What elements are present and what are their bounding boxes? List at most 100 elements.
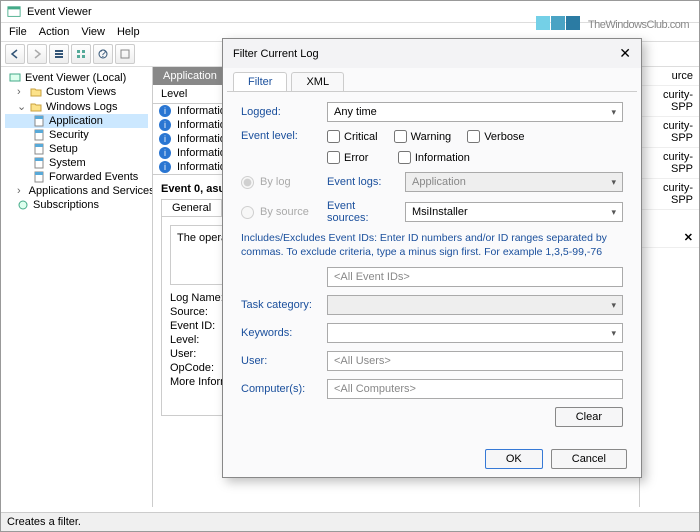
filter-icon <box>120 49 130 59</box>
computer-icon <box>9 72 21 84</box>
check-error[interactable]: Error Information <box>327 151 623 164</box>
label-computers: Computer(s): <box>241 383 321 395</box>
tree-system[interactable]: System <box>5 156 148 170</box>
label-logged: Logged: <box>241 106 321 118</box>
toolbar-btn-3[interactable] <box>49 44 69 64</box>
toolbar-btn-5[interactable]: ? <box>93 44 113 64</box>
event-ids-input[interactable]: <All Event IDs> <box>327 267 623 287</box>
tree-custom-views[interactable]: ›Custom Views <box>5 85 148 99</box>
tree-root[interactable]: Event Viewer (Local) <box>5 71 148 85</box>
checkbox[interactable] <box>394 130 407 143</box>
radio <box>241 206 254 219</box>
chevron-down-icon: ▾ <box>611 328 616 339</box>
log-icon <box>33 171 45 183</box>
tree-security[interactable]: Security <box>5 128 148 142</box>
tree-label: Setup <box>49 143 78 155</box>
logged-dropdown[interactable]: Any time ▾ <box>327 102 623 122</box>
tree-label: Windows Logs <box>46 101 118 113</box>
tab-filter[interactable]: Filter <box>233 72 287 91</box>
tree-subscriptions[interactable]: Subscriptions <box>5 198 148 212</box>
dialog-title: Filter Current Log <box>233 48 319 60</box>
window-title: Event Viewer <box>27 6 92 18</box>
tree-label: System <box>49 157 86 169</box>
checkbox[interactable] <box>467 130 480 143</box>
grid-icon <box>76 49 86 59</box>
keywords-dropdown[interactable]: ▾ <box>327 323 623 343</box>
svg-text:?: ? <box>100 49 106 59</box>
pane-close[interactable]: ✕ <box>640 228 699 248</box>
folder-icon <box>30 101 42 113</box>
menu-action[interactable]: Action <box>39 26 70 38</box>
label-keywords: Keywords: <box>241 327 321 339</box>
log-icon <box>33 129 45 141</box>
info-icon: i <box>159 119 171 131</box>
placeholder-text: <All Event IDs> <box>334 271 410 283</box>
chevron-down-icon: ▾ <box>611 107 616 118</box>
subs-icon <box>17 199 29 211</box>
check-critical[interactable]: Critical <box>327 130 378 143</box>
log-icon <box>33 143 45 155</box>
tree-label: Subscriptions <box>33 199 99 211</box>
expand-icon: › <box>17 185 21 197</box>
chevron-down-icon: ▾ <box>611 177 616 188</box>
col-level[interactable]: Level <box>153 85 223 103</box>
user-input[interactable]: <All Users> <box>327 351 623 371</box>
source-cell: curity-SPP <box>640 86 699 117</box>
log-icon <box>33 115 45 127</box>
info-icon: i <box>159 161 171 173</box>
dropdown-value: Any time <box>334 106 377 118</box>
toolbar-btn-6[interactable] <box>115 44 135 64</box>
tab-xml[interactable]: XML <box>291 72 344 91</box>
check-warning[interactable]: Warning <box>394 130 452 143</box>
back-button[interactable] <box>5 44 25 64</box>
label-event-sources: Event sources: <box>327 200 399 224</box>
forward-button[interactable] <box>27 44 47 64</box>
dropdown-value: MsiInstaller <box>412 206 468 218</box>
toolbar-btn-4[interactable] <box>71 44 91 64</box>
info-icon: i <box>159 147 171 159</box>
event-logs-dropdown: Application ▾ <box>405 172 623 192</box>
menu-help[interactable]: Help <box>117 26 140 38</box>
status-text: Creates a filter. <box>7 516 81 528</box>
check-verbose[interactable]: Verbose <box>467 130 524 143</box>
app-icon <box>7 5 21 19</box>
expand-icon: › <box>17 86 26 98</box>
radio-by-source[interactable]: By source <box>241 206 321 219</box>
tree-forwarded[interactable]: Forwarded Events <box>5 170 148 184</box>
tree-setup[interactable]: Setup <box>5 142 148 156</box>
tree-label: Forwarded Events <box>49 171 138 183</box>
tree-label: Event Viewer (Local) <box>25 72 126 84</box>
computers-input[interactable]: <All Computers> <box>327 379 623 399</box>
checkbox[interactable] <box>398 151 411 164</box>
dialog-body: Logged: Any time ▾ Event level: Critical… <box>227 91 637 441</box>
menu-view[interactable]: View <box>81 26 105 38</box>
task-category-dropdown: ▾ <box>327 295 623 315</box>
ok-button[interactable]: OK <box>485 449 543 469</box>
chevron-down-icon: ▾ <box>611 300 616 311</box>
source-cell: curity-SPP <box>640 117 699 148</box>
source-cell: curity-SPP <box>640 148 699 179</box>
right-column: urce curity-SPP curity-SPP curity-SPP cu… <box>639 67 699 507</box>
dialog-buttons: OK Cancel <box>223 441 641 477</box>
cancel-button[interactable]: Cancel <box>551 449 627 469</box>
tree-windows-logs[interactable]: ⌄Windows Logs <box>5 99 148 114</box>
checkbox[interactable] <box>327 151 340 164</box>
tree-apps-services[interactable]: ›Applications and Services Lo <box>5 184 148 198</box>
placeholder-text: <All Computers> <box>334 383 416 395</box>
tree-application[interactable]: Application <box>5 114 148 128</box>
status-bar: Creates a filter. <box>1 512 699 531</box>
dialog-close-button[interactable]: ✕ <box>619 45 631 62</box>
tab-general[interactable]: General <box>161 199 222 216</box>
filter-dialog: Filter Current Log ✕ Filter XML Logged: … <box>222 38 642 478</box>
checkbox[interactable] <box>327 130 340 143</box>
menu-file[interactable]: File <box>9 26 27 38</box>
label-event-level: Event level: <box>241 130 321 142</box>
placeholder-text: <All Users> <box>334 355 391 367</box>
tree-label: Application <box>49 115 103 127</box>
clear-button[interactable]: Clear <box>555 407 623 427</box>
chevron-down-icon: ▾ <box>611 207 616 218</box>
info-icon: i <box>159 133 171 145</box>
label-event-logs: Event logs: <box>327 176 399 188</box>
event-sources-dropdown[interactable]: MsiInstaller ▾ <box>405 202 623 222</box>
col-source-partial: urce <box>640 67 699 86</box>
